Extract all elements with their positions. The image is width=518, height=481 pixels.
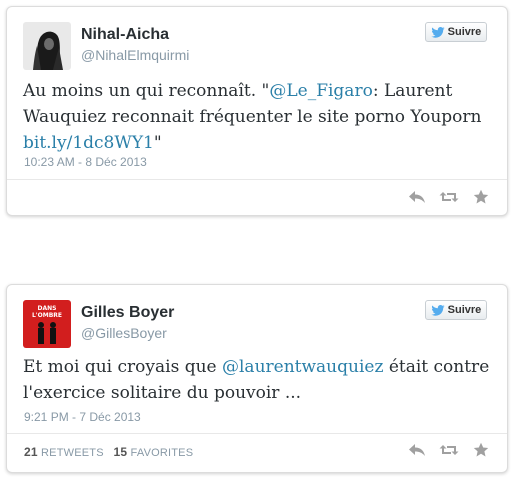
reply-button[interactable]	[407, 442, 427, 458]
follow-label: Suivre	[447, 304, 482, 316]
favorite-button[interactable]	[471, 442, 491, 458]
display-name[interactable]: Nihal-Aicha	[81, 26, 169, 44]
twitter-bird-icon	[431, 26, 445, 38]
avatar-title-line2: L'OMBRE	[32, 312, 62, 319]
tweet-text: Au moins un qui reconnaît. "@Le_Figaro: …	[23, 81, 482, 153]
username[interactable]: @GillesBoyer	[81, 325, 167, 341]
timestamp[interactable]: 10:23 AM - 8 Déc 2013	[24, 155, 147, 169]
tweet-text: Et moi qui croyais que @laurentwauquiez …	[23, 357, 490, 403]
avatar[interactable]: DANS L'OMBRE	[23, 300, 71, 348]
tweet-actions	[407, 189, 491, 205]
avatar-title-line1: DANS	[38, 305, 57, 312]
mention-link[interactable]: @Le_Figaro	[269, 81, 372, 101]
tweet-stats: 21 RETWEETS 15 FAVORITES	[24, 445, 193, 459]
favorite-button[interactable]	[471, 189, 491, 205]
avatar[interactable]	[23, 22, 71, 70]
retweet-button[interactable]	[439, 442, 459, 458]
retweets-stat[interactable]: 21 RETWEETS	[24, 445, 104, 459]
retweet-button[interactable]	[439, 189, 459, 205]
avatar-photo	[23, 22, 71, 70]
reply-icon	[409, 444, 425, 456]
divider	[7, 433, 507, 434]
avatar-book-cover: DANS L'OMBRE	[23, 300, 71, 348]
follow-button[interactable]: Suivre	[425, 300, 487, 320]
reply-button[interactable]	[407, 189, 427, 205]
favorites-stat[interactable]: 15 FAVORITES	[114, 445, 194, 459]
favorite-star-icon	[473, 189, 489, 204]
follow-button[interactable]: Suivre	[425, 22, 487, 42]
follow-label: Suivre	[447, 26, 482, 38]
tweet-card: Nihal-Aicha @NihalElmquirmi Suivre Au mo…	[6, 6, 508, 216]
tweet-actions	[407, 442, 491, 458]
retweet-icon	[439, 192, 459, 202]
twitter-bird-icon	[431, 304, 445, 316]
url-link[interactable]: bit.ly/1dc8WY1	[23, 133, 154, 153]
timestamp[interactable]: 9:21 PM - 7 Déc 2013	[24, 410, 141, 424]
retweet-icon	[439, 445, 459, 455]
tweet-card: DANS L'OMBRE Gilles Boyer @GillesBoyer S…	[6, 284, 508, 473]
reply-icon	[409, 191, 425, 203]
mention-link[interactable]: @laurentwauquiez	[222, 357, 383, 377]
favorite-star-icon	[473, 442, 489, 457]
divider	[7, 179, 507, 180]
username[interactable]: @NihalElmquirmi	[81, 47, 189, 63]
display-name[interactable]: Gilles Boyer	[81, 304, 174, 322]
